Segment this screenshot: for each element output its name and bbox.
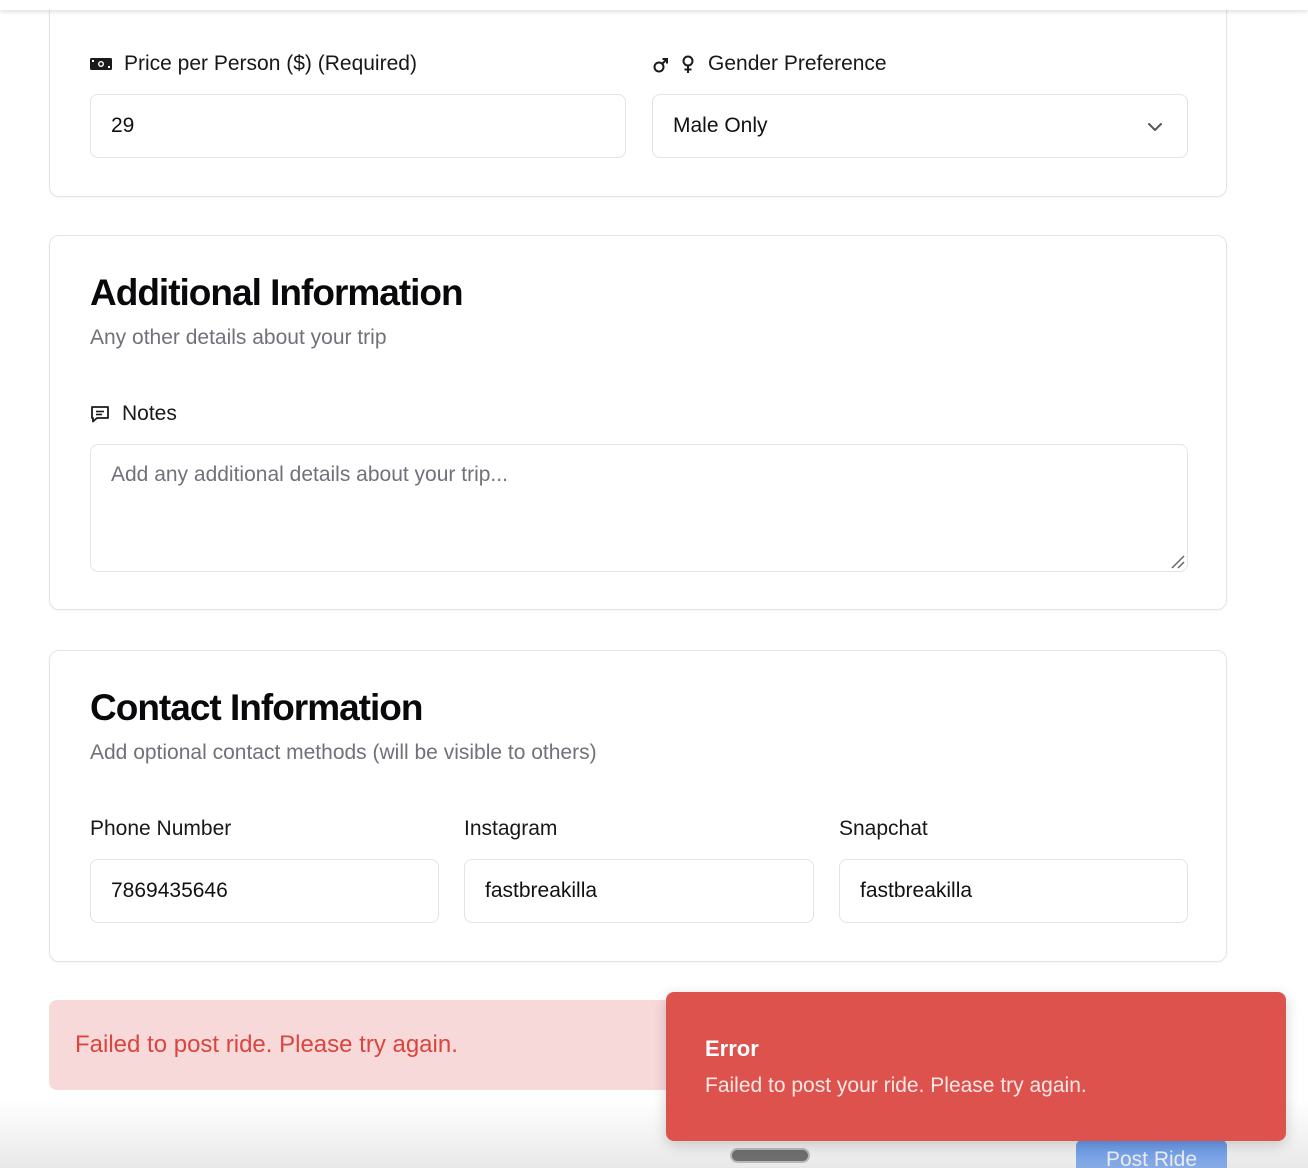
inline-error-alert: Failed to post ride. Please try again. xyxy=(49,1000,689,1090)
phone-input[interactable]: 7869435646 xyxy=(90,859,439,923)
price-label: Price per Person ($) (Required) xyxy=(90,52,417,76)
snapchat-input[interactable]: fastbreakilla xyxy=(839,859,1188,923)
gender-label: Gender Preference xyxy=(652,52,887,76)
price-input[interactable]: 29 xyxy=(90,94,626,158)
additional-info-title: Additional Information xyxy=(90,272,464,313)
additional-info-subtitle: Any other details about your trip xyxy=(90,326,387,349)
post-ride-button[interactable]: Post Ride xyxy=(1076,1140,1227,1168)
trip-details-card: Price per Person ($) (Required) 29 Gende… xyxy=(49,0,1227,197)
header-shadow xyxy=(0,0,1308,10)
additional-info-card: Additional Information Any other details… xyxy=(49,235,1227,610)
contact-info-subtitle: Add optional contact methods (will be vi… xyxy=(90,741,597,764)
post-ride-label: Post Ride xyxy=(1105,1148,1198,1168)
gender-select[interactable]: Male Only xyxy=(652,94,1188,158)
snapchat-label: Snapchat xyxy=(839,817,928,840)
message-icon xyxy=(90,404,110,424)
notes-placeholder: Add any additional details about your tr… xyxy=(111,463,508,486)
notes-label: Notes xyxy=(90,402,177,426)
contact-info-title: Contact Information xyxy=(90,687,423,728)
notes-textarea[interactable]: Add any additional details about your tr… xyxy=(90,444,1188,572)
horizontal-scrollbar[interactable] xyxy=(730,1148,810,1163)
toast-title: Error xyxy=(705,1036,759,1061)
contact-info-card: Contact Information Add optional contact… xyxy=(49,650,1227,962)
instagram-input[interactable]: fastbreakilla xyxy=(464,859,814,923)
phone-label: Phone Number xyxy=(90,817,232,840)
inline-error-text: Failed to post ride. Please try again. xyxy=(75,1031,458,1058)
toast-description: Failed to post your ride. Please try aga… xyxy=(705,1074,1087,1097)
chevron-down-icon xyxy=(1148,123,1162,131)
gender-icon xyxy=(652,54,696,74)
money-icon xyxy=(90,57,112,71)
error-toast[interactable]: Error Failed to post your ride. Please t… xyxy=(666,992,1286,1141)
instagram-label: Instagram xyxy=(464,817,558,840)
resize-handle-icon[interactable] xyxy=(1169,553,1185,569)
